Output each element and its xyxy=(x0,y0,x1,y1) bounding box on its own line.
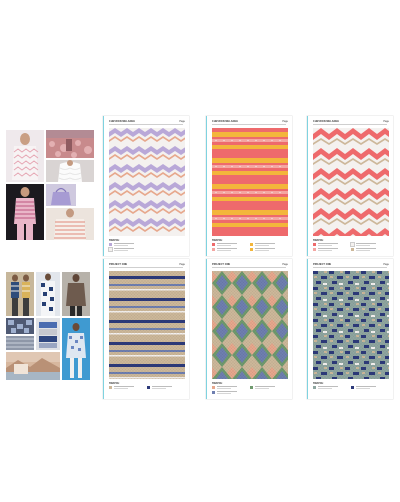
knit-swatch-lavender-chevron xyxy=(109,128,185,236)
legend-item xyxy=(351,386,387,390)
photo-blue-knit-look xyxy=(62,318,90,380)
legend-color-chip xyxy=(351,386,354,389)
card-page: Page xyxy=(282,120,288,123)
card-label: SWATCH xyxy=(212,239,223,242)
card-header: CHEVRON MELANGE Page xyxy=(313,120,389,128)
legend-color-chip xyxy=(147,386,150,389)
legend-color-chip xyxy=(250,386,253,389)
swatch-card-lavender-chevron[interactable]: CHEVRON MELANGE Page SWATCH xyxy=(103,116,189,256)
color-legend xyxy=(212,243,288,253)
legend-item xyxy=(109,243,145,247)
legend-color-chip xyxy=(212,243,215,246)
legend-item xyxy=(250,386,286,390)
legend-item xyxy=(212,243,248,247)
photo-fabric-closeup xyxy=(6,336,34,350)
moodboard-bottom xyxy=(6,272,90,380)
card-title: PROJECT ONE xyxy=(212,263,231,266)
card-label: SWATCH xyxy=(109,382,120,385)
legend-item xyxy=(313,248,349,252)
legend-item xyxy=(350,242,387,247)
legend-color-chip xyxy=(212,386,215,389)
color-legend xyxy=(109,386,185,396)
legend-color-chip xyxy=(313,248,316,251)
photo-pink-field xyxy=(46,130,94,158)
legend-color-chip xyxy=(109,243,112,246)
swatch-card-argyle[interactable]: PROJECT ONE Page SWATCH xyxy=(206,259,292,399)
swatch-card-coral-chevron[interactable]: CHEVRON MELANGE Page SWATCH xyxy=(307,116,393,256)
legend-item xyxy=(108,247,145,252)
legend-item xyxy=(147,386,183,390)
legend-color-chip xyxy=(313,243,316,246)
knit-swatch-sage-jacquard xyxy=(313,271,389,379)
knit-swatch-coral-chevron xyxy=(313,128,389,236)
legend-color-chip xyxy=(250,243,253,246)
card-title: PROJECT ONE xyxy=(313,263,332,266)
knit-swatch-beige-navy-stripe xyxy=(109,271,185,379)
card-subtitle-line xyxy=(109,266,183,268)
card-label: SWATCH xyxy=(313,239,324,242)
card-subtitle-line xyxy=(313,123,387,125)
legend-color-chip xyxy=(250,248,253,251)
card-label: SWATCH xyxy=(212,382,223,385)
photo-blue-coat xyxy=(62,272,90,316)
photo-white-ruffle-top xyxy=(46,160,94,182)
photo-textile-stack xyxy=(36,318,60,350)
swatch-card-coral-stripe[interactable]: CHEVRON MELANGE Page SWATCH xyxy=(206,116,292,256)
card-label: SWATCH xyxy=(313,382,324,385)
photo-striped-outfit xyxy=(6,184,44,240)
card-page: Page xyxy=(179,263,185,266)
color-legend xyxy=(313,386,389,396)
card-title: CHEVRON MELANGE xyxy=(109,120,136,123)
card-header: PROJECT ONE Page xyxy=(212,263,288,271)
card-title: PROJECT ONE xyxy=(109,263,128,266)
card-subtitle-line xyxy=(109,123,183,125)
card-page: Page xyxy=(282,263,288,266)
card-header: PROJECT ONE Page xyxy=(109,263,185,271)
card-subtitle-line xyxy=(212,123,286,125)
knit-swatch-coral-stripe xyxy=(212,128,288,236)
knit-swatch-argyle xyxy=(212,271,288,379)
legend-item xyxy=(212,391,248,395)
legend-item xyxy=(212,386,248,390)
photo-lace-knit-top xyxy=(6,130,44,182)
photo-blue-pattern-runway xyxy=(6,318,34,334)
card-title: CHEVRON MELANGE xyxy=(313,120,340,123)
swatch-card-beige-navy-stripe[interactable]: PROJECT ONE Page SWATCH xyxy=(103,259,189,399)
photo-lilac-bag xyxy=(46,184,76,206)
legend-color-chip xyxy=(212,248,215,251)
legend-color-chip xyxy=(109,386,112,389)
legend-item xyxy=(313,243,349,247)
legend-color-chip xyxy=(108,247,113,252)
legend-item xyxy=(109,386,145,390)
color-legend xyxy=(313,242,389,253)
color-legend xyxy=(212,386,288,396)
legend-color-chip xyxy=(212,391,215,394)
legend-color-chip xyxy=(313,386,316,389)
legend-item xyxy=(212,248,248,252)
card-header: PROJECT ONE Page xyxy=(313,263,389,271)
card-title: CHEVRON MELANGE xyxy=(212,120,239,123)
photo-mountain-lake xyxy=(6,352,60,380)
swatch-card-sage-jacquard[interactable]: PROJECT ONE Page SWATCH xyxy=(307,259,393,399)
legend-item xyxy=(351,248,387,252)
card-header: CHEVRON MELANGE Page xyxy=(212,120,288,128)
card-subtitle-line xyxy=(212,266,286,268)
card-page: Page xyxy=(383,263,389,266)
legend-color-chip xyxy=(350,242,355,247)
legend-item xyxy=(250,243,286,247)
photo-patterned-suit xyxy=(36,272,60,316)
photo-runway-stripes xyxy=(6,272,34,316)
card-page: Page xyxy=(179,120,185,123)
card-label: SWATCH xyxy=(109,239,120,242)
card-page: Page xyxy=(383,120,389,123)
legend-item xyxy=(250,248,286,252)
moodboard-top xyxy=(6,130,94,240)
color-legend xyxy=(108,243,185,253)
photo-striped-cardigan xyxy=(46,208,94,240)
legend-color-chip xyxy=(351,248,354,251)
legend-item xyxy=(313,386,349,390)
card-subtitle-line xyxy=(313,266,387,268)
card-header: CHEVRON MELANGE Page xyxy=(109,120,185,128)
